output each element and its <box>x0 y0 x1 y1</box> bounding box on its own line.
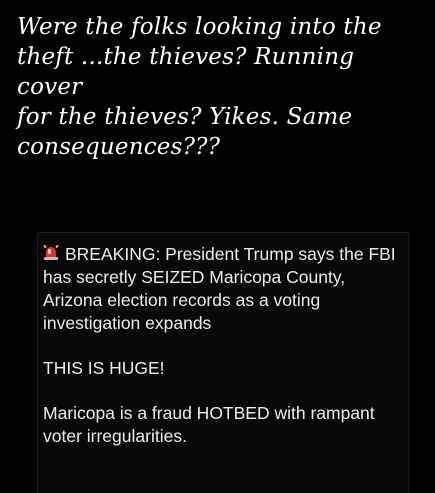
post-text: Were the folks looking into the theft ..… <box>17 14 382 160</box>
embedded-paragraph-breaking: BREAKING: President Trump says the FBI h… <box>43 243 403 335</box>
breaking-text: BREAKING: President Trump says the FBI h… <box>43 244 396 333</box>
embedded-paragraph-maricopa: Maricopa is a fraud HOTBED with rampant … <box>43 403 375 446</box>
embedded-post-body: BREAKING: President Trump says the FBI h… <box>43 243 403 470</box>
embedded-post-card[interactable]: BREAKING: President Trump says the FBI h… <box>37 232 409 493</box>
embedded-paragraph-huge: THIS IS HUGE! <box>43 358 165 378</box>
police-siren-icon <box>43 244 59 261</box>
